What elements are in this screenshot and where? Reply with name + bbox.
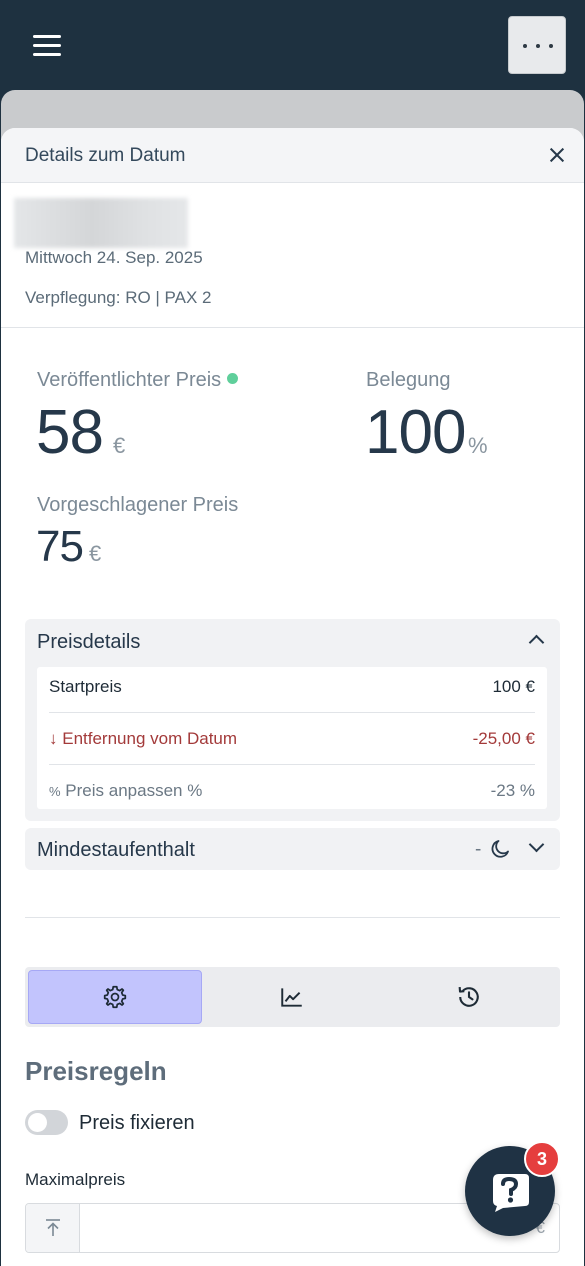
close-icon[interactable] <box>547 145 567 165</box>
fix-price-label: Preis fixieren <box>79 1112 195 1134</box>
occupancy-value: 100 <box>365 398 466 467</box>
price-details-title: Preisdetails <box>37 631 141 653</box>
hamburger-icon[interactable] <box>33 32 63 58</box>
occupancy-label: Belegung <box>366 369 451 391</box>
max-price-input[interactable] <box>84 1208 524 1248</box>
toggle-knob <box>28 1113 47 1132</box>
row-divider <box>49 764 535 765</box>
sheet-header: Details zum Datum <box>1 128 584 183</box>
notification-badge: 3 <box>524 1141 560 1177</box>
max-price-label: Maximalpreis <box>25 1170 126 1189</box>
published-price-unit: € <box>113 433 126 458</box>
board-text: Verpflegung: RO | PAX 2 <box>25 288 212 307</box>
start-price-label: Startpreis <box>49 677 122 696</box>
chevron-down-icon[interactable] <box>528 836 545 853</box>
gear-icon <box>103 985 127 1009</box>
sheet-title: Details zum Datum <box>25 145 186 166</box>
list-item: ↓ Entfernung vom Datum <box>49 729 237 749</box>
distance-value: -25,00 € <box>472 729 535 748</box>
tab-settings[interactable] <box>28 970 202 1024</box>
status-dot <box>227 373 239 384</box>
min-stay-panel[interactable]: Mindestaufenthalt - <box>25 828 560 870</box>
occupancy-unit: % <box>468 433 488 458</box>
published-price-label: Veröffentlichter Preis <box>37 369 239 392</box>
arrow-up-to-line-icon <box>46 1219 60 1236</box>
suggested-price-value: 75 <box>36 522 84 571</box>
price-details-panel: Preisdetails Startpreis 100 € ↓ Entfernu… <box>25 619 560 821</box>
history-icon <box>458 987 479 1007</box>
min-stay-value: - <box>475 839 482 860</box>
percent-icon: % <box>49 784 61 799</box>
moon-icon <box>491 840 509 858</box>
date-details-sheet: Details zum Datum Mittwoch 24. Sep. 2025… <box>1 128 584 1266</box>
chevron-up-icon[interactable] <box>528 634 545 651</box>
distance-label: Entfernung vom Datum <box>62 729 238 748</box>
arrow-down-icon: ↓ <box>49 729 58 748</box>
list-item: % Preis anpassen % <box>49 781 202 801</box>
date-text: Mittwoch 24. Sep. 2025 <box>25 248 203 267</box>
divider <box>25 917 560 918</box>
adjust-label: Preis anpassen % <box>65 781 203 800</box>
top-bar <box>0 0 585 92</box>
suggested-price-unit: € <box>89 541 102 566</box>
published-price-value: 58 <box>36 398 104 467</box>
tab-bar <box>25 967 560 1027</box>
pricing-rules-heading: Preisregeln <box>25 1056 167 1086</box>
price-details-list: Startpreis 100 € ↓ Entfernung vom Datum … <box>37 667 547 809</box>
adjust-value: -23 % <box>490 781 535 800</box>
help-chat-icon <box>493 1174 529 1212</box>
tab-chart[interactable] <box>205 970 379 1024</box>
row-divider <box>49 712 535 713</box>
max-price-addon <box>26 1204 80 1252</box>
suggested-price-label: Vorgeschlagener Preis <box>37 494 239 516</box>
divider <box>1 327 584 328</box>
fix-price-toggle[interactable] <box>25 1110 68 1135</box>
min-stay-title: Mindestaufenthalt <box>37 839 195 861</box>
hotel-name-redacted <box>14 198 188 248</box>
more-options-button[interactable] <box>508 16 566 74</box>
start-price-value: 100 € <box>492 677 535 696</box>
tab-history[interactable] <box>382 970 556 1024</box>
line-chart-icon <box>281 988 302 1007</box>
